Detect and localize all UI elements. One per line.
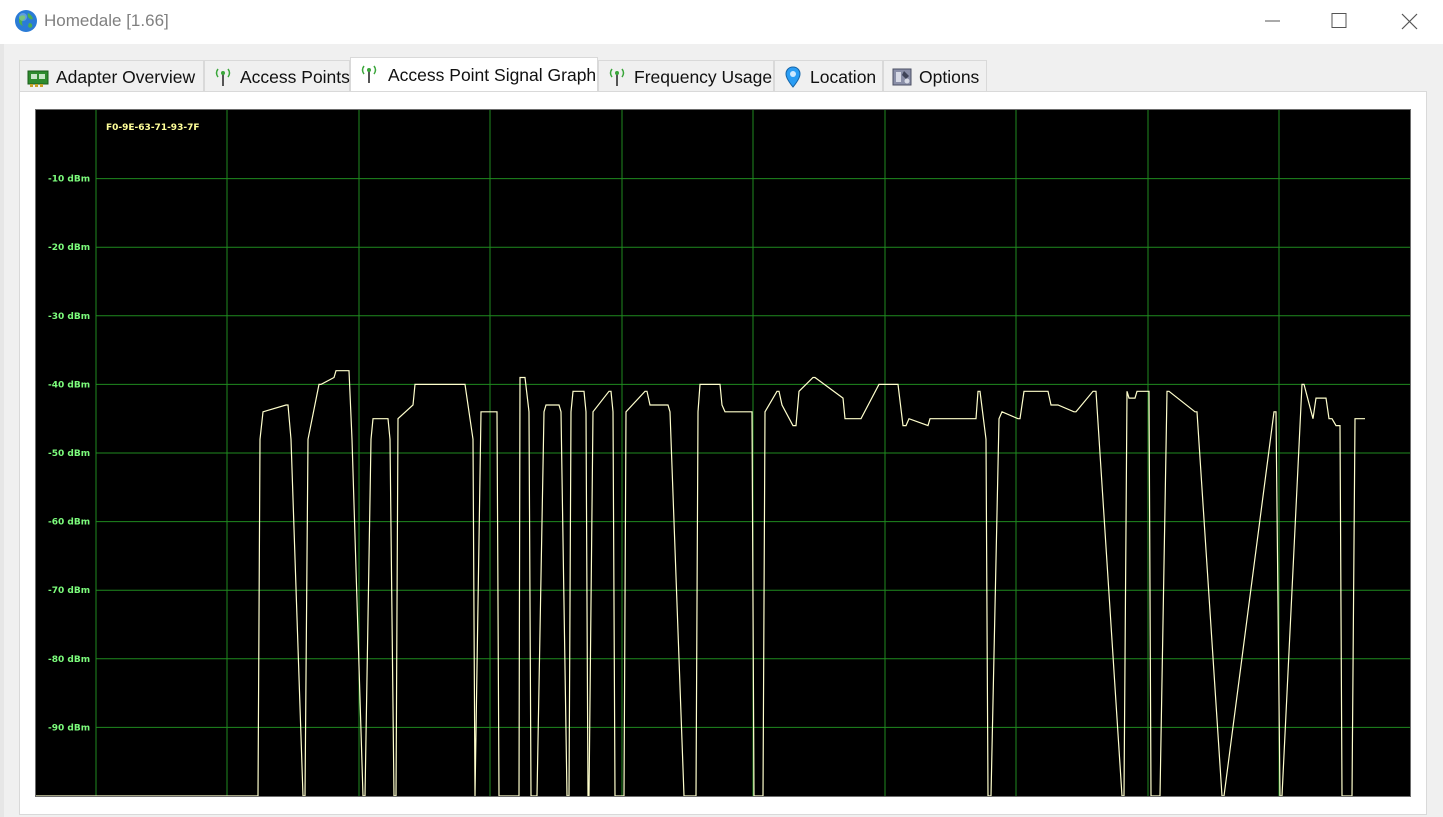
close-button[interactable] (1373, 0, 1443, 42)
access-point-label: F0-9E-63-71-93-7F (106, 123, 199, 133)
window-title: Homedale [1.66] (44, 11, 169, 30)
y-tick-label: -50 dBm (48, 449, 90, 459)
tab-label: Access Points (240, 67, 350, 87)
antenna-icon (361, 65, 377, 83)
y-tick-label: -70 dBm (48, 586, 90, 596)
tab-label: Options (919, 67, 980, 87)
tab-location[interactable]: Location (774, 60, 883, 91)
tab-access-points[interactable]: Access Points (204, 60, 350, 91)
map-pin-icon (785, 66, 801, 88)
window-left-edge (0, 44, 4, 817)
minimize-button[interactable] (1237, 0, 1307, 42)
title-bar: Homedale [1.66] (0, 0, 1443, 44)
tab-bar: Adapter Overview Access Points Access Po… (0, 57, 1000, 92)
signal-graph: -10 dBm -20 dBm -30 dBm -40 dBm -50 dBm -60 d… (35, 109, 1411, 797)
tab-label: Location (810, 67, 877, 87)
tab-access-point-signal-graph[interactable]: Access Point Signal Graph (350, 57, 598, 92)
tab-adapter-overview[interactable]: Adapter Overview (19, 60, 204, 91)
y-tick-label: -10 dBm (48, 175, 90, 185)
maximize-button[interactable] (1303, 0, 1373, 42)
y-tick-label: -20 dBm (48, 243, 90, 253)
globe-icon (15, 10, 37, 32)
tab-options[interactable]: Options (883, 60, 987, 91)
y-tick-label: -40 dBm (48, 380, 90, 390)
y-tick-label: -30 dBm (48, 312, 90, 322)
y-tick-label: -80 dBm (48, 655, 90, 665)
signal-graph-canvas: -10 dBm -20 dBm -30 dBm -40 dBm -50 dBm -60 d… (36, 110, 1410, 796)
tab-label: Access Point Signal Graph (388, 65, 597, 85)
maximize-icon (1331, 13, 1347, 28)
antenna-icon (609, 68, 625, 86)
y-axis-tick-labels: -10 dBm -20 dBm -30 dBm -40 dBm -50 dBm -60 d… (48, 175, 90, 734)
options-icon (892, 68, 912, 86)
signal-line-series (36, 370, 1365, 796)
y-tick-label: -90 dBm (48, 723, 90, 733)
minimize-icon (1265, 20, 1280, 22)
adapter-icon (27, 70, 49, 87)
y-tick-label: -60 dBm (48, 518, 90, 528)
close-icon (1401, 13, 1418, 30)
tab-frequency-usage[interactable]: Frequency Usage (598, 60, 774, 91)
antenna-icon (215, 68, 231, 86)
tab-label: Frequency Usage (634, 67, 773, 87)
tab-label: Adapter Overview (56, 67, 196, 87)
